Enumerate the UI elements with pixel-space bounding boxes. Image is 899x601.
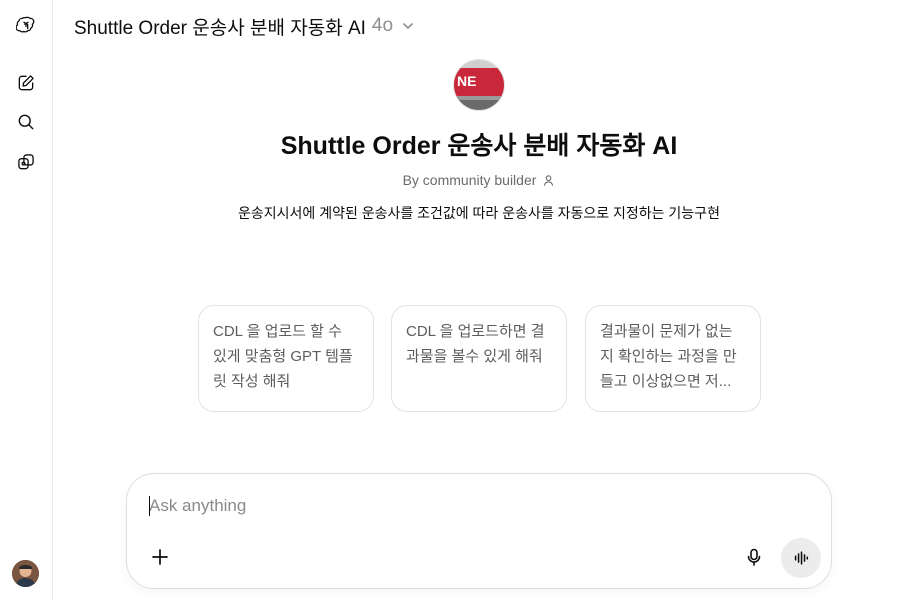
model-name: 4o [371,15,394,36]
new-chat-button[interactable] [10,67,42,99]
byline-text: By community builder [402,172,537,188]
sidebar-rail [0,0,53,601]
voice-wave-icon [794,551,809,565]
chevron-down-icon [403,23,413,30]
voice-mode-button[interactable] [781,538,821,578]
user-icon [544,174,554,186]
openai-logo-icon[interactable] [10,9,42,41]
model-selector[interactable]: Shuttle Order 운송사 분배 자동화 AI 4o [74,12,415,40]
gpt-title: Shuttle Order 운송사 분배 자동화 AI [280,132,678,160]
starter-card[interactable]: CDL 을 업로드하면 결과물을 볼수 있게 해줘 [391,305,567,412]
gpt-avatar: NE [453,59,505,111]
text-caret [149,496,150,516]
chatgpt-app: Shuttle Order 운송사 분배 자동화 AI 4o NE Shuttl… [0,0,899,601]
starter-text: 결과물이 문제가 없는지 확인하는 과정을 만들고 이상없으면 저... [600,323,737,390]
dictate-button[interactable] [739,542,769,572]
gpt-byline: By community builder [0,172,899,188]
prompt-input[interactable] [149,494,809,518]
starter-card[interactable]: 결과물이 문제가 없는지 확인하는 과정을 만들고 이상없으면 저... [585,305,761,412]
user-avatar[interactable] [12,560,39,587]
svg-text:NE: NE [457,73,476,89]
composer [126,473,832,589]
starter-text: CDL 을 업로드하면 결과물을 볼수 있게 해줘 [406,323,545,365]
starter-text: CDL 을 업로드 할 수 있게 맞춤형 GPT 템플릿 작성 해줘 [213,323,353,390]
attach-button[interactable] [145,542,175,572]
microphone-icon [747,548,761,566]
header-title: Shuttle Order 운송사 분배 자동화 AI [74,17,366,39]
new-chat-icon [18,75,34,91]
plus-icon [152,549,168,565]
starter-card[interactable]: CDL 을 업로드 할 수 있게 맞춤형 GPT 템플릿 작성 해줘 [198,305,374,412]
gpt-description: 운송지시서에 계약된 운송사를 조건값에 따라 운송사를 자동으로 지정하는 기… [238,205,720,221]
